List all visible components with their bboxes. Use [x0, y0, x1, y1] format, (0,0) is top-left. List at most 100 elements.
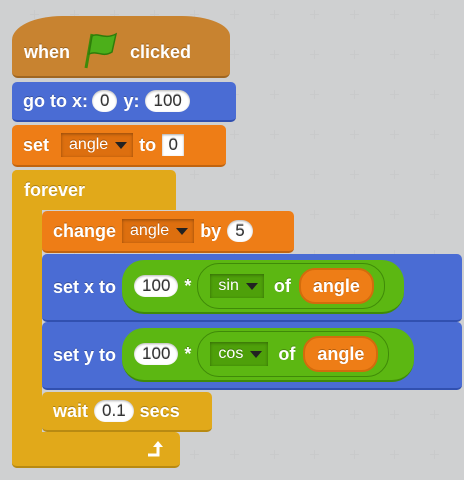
to-label: to: [139, 134, 157, 155]
grid-mark: [390, 130, 399, 139]
grid-mark: [350, 170, 359, 179]
grid-mark: [310, 90, 319, 99]
set-label: set: [23, 134, 50, 155]
grid-mark: [350, 90, 359, 99]
chevron-down-icon: [176, 227, 189, 235]
grid-mark: [430, 90, 439, 99]
variable-dropdown[interactable]: angle: [122, 219, 195, 243]
operator-symbol: *: [184, 343, 192, 364]
y-value-input[interactable]: 100: [145, 90, 190, 112]
grid-mark: [430, 10, 439, 19]
grid-mark: [430, 450, 439, 459]
grid-mark: [390, 10, 399, 19]
function-dropdown[interactable]: sin: [210, 274, 264, 298]
variable-dropdown-value: angle: [69, 136, 109, 153]
set-x-label: set x to: [53, 276, 117, 297]
grid-mark: [30, 10, 39, 19]
change-variable-block[interactable]: change angle by 5: [42, 211, 294, 253]
grid-mark: [270, 50, 279, 59]
angle-reporter-label: angle: [317, 343, 365, 364]
function-dropdown-value: sin: [218, 277, 239, 294]
variable-dropdown-value: angle: [130, 222, 170, 239]
of-label: of: [278, 343, 296, 364]
wait-block[interactable]: wait 0.1 secs: [42, 392, 212, 432]
by-label: by: [200, 220, 222, 241]
secs-label: secs: [139, 400, 180, 421]
multiply-operator[interactable]: 100 * cos of angle: [122, 328, 415, 382]
grid-mark: [230, 410, 239, 419]
grid-mark: [390, 450, 399, 459]
angle-reporter-label: angle: [312, 275, 360, 296]
variable-dropdown[interactable]: angle: [61, 133, 134, 157]
grid-mark: [430, 130, 439, 139]
multiply-operator[interactable]: 100 * sin of angle: [122, 260, 405, 314]
grid-mark: [270, 410, 279, 419]
grid-mark: [270, 90, 279, 99]
grid-mark: [350, 210, 359, 219]
wait-seconds-input[interactable]: 0.1: [94, 400, 134, 422]
grid-mark: [430, 50, 439, 59]
chevron-down-icon: [115, 141, 128, 149]
go-to-label: go to x:: [23, 90, 88, 111]
green-flag-icon: [80, 30, 120, 75]
when-flag-clicked-hat[interactable]: when clicked: [12, 16, 230, 78]
grid-mark: [270, 10, 279, 19]
grid-mark: [270, 130, 279, 139]
grid-mark: [270, 170, 279, 179]
set-value-input[interactable]: 0: [162, 134, 185, 156]
grid-mark: [230, 170, 239, 179]
grid-mark: [390, 210, 399, 219]
angle-reporter[interactable]: angle: [298, 268, 374, 304]
set-y-block[interactable]: set y to 100 * cos of angle: [42, 322, 462, 390]
grid-mark: [390, 170, 399, 179]
of-label: of: [273, 275, 291, 296]
grid-mark: [230, 10, 239, 19]
grid-mark: [310, 450, 319, 459]
function-dropdown[interactable]: cos: [210, 342, 269, 366]
grid-mark: [390, 410, 399, 419]
operator-symbol: *: [184, 275, 192, 296]
angle-reporter[interactable]: angle: [303, 336, 379, 372]
grid-mark: [310, 50, 319, 59]
chevron-down-icon: [250, 350, 263, 358]
multiplier-input[interactable]: 100: [134, 275, 179, 297]
math-function-block[interactable]: cos of angle: [197, 331, 390, 377]
grid-mark: [350, 10, 359, 19]
grid-mark: [430, 210, 439, 219]
when-label: when: [24, 41, 71, 62]
chevron-down-icon: [245, 282, 258, 290]
set-variable-block[interactable]: set angle to 0: [12, 125, 226, 167]
forever-label: forever: [24, 179, 86, 200]
grid-mark: [230, 50, 239, 59]
change-label: change: [53, 220, 117, 241]
function-dropdown-value: cos: [218, 345, 244, 362]
clicked-label: clicked: [130, 41, 192, 62]
set-x-block[interactable]: set x to 100 * sin of angle: [42, 254, 462, 322]
x-value-input[interactable]: 0: [92, 90, 118, 112]
grid-mark: [350, 450, 359, 459]
change-value-input[interactable]: 5: [227, 220, 253, 242]
y-label: y:: [123, 90, 140, 111]
grid-mark: [430, 170, 439, 179]
go-to-xy-block[interactable]: go to x: 0 y: 100: [12, 82, 236, 122]
grid-mark: [350, 130, 359, 139]
grid-mark: [390, 90, 399, 99]
grid-mark: [310, 210, 319, 219]
grid-mark: [310, 410, 319, 419]
grid-mark: [230, 130, 239, 139]
grid-mark: [270, 450, 279, 459]
math-function-block[interactable]: sin of angle: [197, 263, 385, 309]
grid-mark: [230, 450, 239, 459]
multiplier-input[interactable]: 100: [134, 343, 179, 365]
grid-mark: [190, 170, 199, 179]
wait-label: wait: [53, 400, 89, 421]
grid-mark: [350, 410, 359, 419]
set-y-label: set y to: [53, 344, 117, 365]
grid-mark: [430, 410, 439, 419]
grid-mark: [350, 50, 359, 59]
grid-mark: [310, 170, 319, 179]
grid-mark: [310, 10, 319, 19]
grid-mark: [310, 130, 319, 139]
grid-mark: [190, 450, 199, 459]
grid-mark: [390, 50, 399, 59]
